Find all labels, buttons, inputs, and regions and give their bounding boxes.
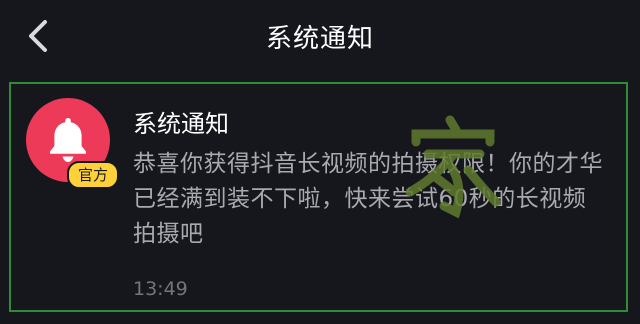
bell-icon bbox=[50, 118, 86, 162]
notification-time: 13:49 bbox=[133, 278, 188, 300]
notification-message: 恭喜你获得抖音长视频的拍摄权限！你的才华已经满到装不下啦，快来尝试60秒的长视频… bbox=[133, 151, 603, 247]
top-bar: 系统通知 bbox=[0, 0, 640, 76]
official-badge: 官方 bbox=[67, 161, 119, 189]
notification-screen: 系统通知 官方 系统通知 恭喜你获得抖音长视频的拍摄权限！你的才华已经满到装不下… bbox=[0, 0, 640, 324]
sender-name: 系统通知 bbox=[133, 110, 229, 138]
avatar[interactable]: 官方 bbox=[26, 98, 119, 189]
page-title: 系统通知 bbox=[265, 24, 374, 54]
